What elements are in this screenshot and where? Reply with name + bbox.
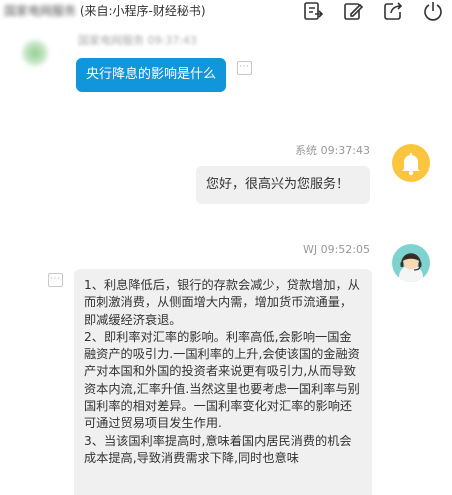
user-name-time: 国家电网服务 09:37:43 [78, 34, 197, 47]
system-avatar [392, 144, 430, 182]
export-icon[interactable] [302, 0, 324, 22]
system-message-bubble: 您好，很高兴为您服务！ [196, 166, 370, 204]
share-icon[interactable] [382, 0, 404, 22]
agent-message-bubble: 1、利息降低后，银行的存款会减少，贷款增加，从而刺激消费，从侧面增大内需，增加货… [74, 269, 372, 495]
user-avatar [22, 40, 48, 66]
edit-icon[interactable] [342, 0, 364, 22]
customer-service-icon [399, 253, 423, 282]
bell-icon [402, 153, 420, 176]
chat-title-source: (来自:小程序-财经秘书) [76, 4, 206, 18]
user-message-bubble: 央行降息的影响是什么 [76, 58, 226, 92]
system-name-time: 系统 09:37:43 [295, 144, 370, 157]
header-toolbar [302, 0, 444, 22]
agent-message-more-button[interactable]: ··· [48, 273, 63, 287]
user-message-more-button[interactable]: ··· [237, 61, 252, 75]
agent-message-paragraph-1: 1、利息降低后，银行的存款会减少，贷款增加，从而刺激消费，从侧面增大内需，增加货… [84, 278, 360, 327]
chat-header: 国家电网服务 (来自:小程序-财经秘书) [0, 0, 452, 24]
chat-title: 国家电网服务 (来自:小程序-财经秘书) [4, 2, 206, 19]
chat-title-name: 国家电网服务 [4, 4, 77, 18]
agent-avatar [392, 244, 430, 282]
agent-message-paragraph-3: 3、当该国利率提高时,意味着国内居民消费的机会成本提高,导致消费需求下降,同时也… [84, 433, 352, 465]
power-icon[interactable] [422, 0, 444, 22]
agent-message-paragraph-2: 2、即利率对汇率的影响。利率高低,会影响一国金融资产的吸引力.一国利率的上升,会… [84, 329, 360, 431]
agent-name-time: WJ 09:52:05 [302, 243, 370, 256]
